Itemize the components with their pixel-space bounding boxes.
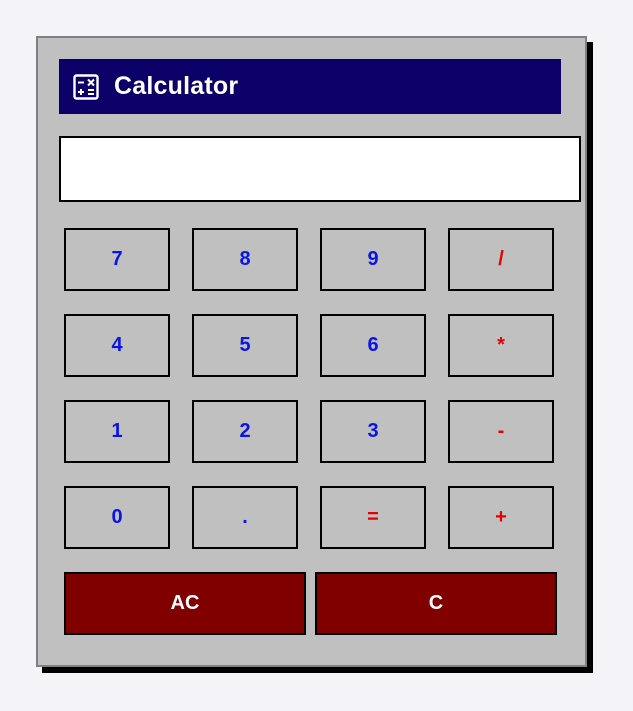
key-7[interactable]: 7 [64,228,170,291]
key-1[interactable]: 1 [64,400,170,463]
key-8[interactable]: 8 [192,228,298,291]
calculator-window: Calculator 7 8 9 / 4 5 6 * 1 2 3 - 0 . =… [36,36,587,667]
key-multiply[interactable]: * [448,314,554,377]
key-add[interactable]: + [448,486,554,549]
key-decimal[interactable]: . [192,486,298,549]
calculator-display[interactable] [59,136,581,202]
key-2[interactable]: 2 [192,400,298,463]
key-divide[interactable]: / [448,228,554,291]
title-bar: Calculator [59,59,561,114]
key-9[interactable]: 9 [320,228,426,291]
key-0[interactable]: 0 [64,486,170,549]
calculator-icon [73,73,99,100]
all-clear-button[interactable]: AC [64,572,306,635]
key-5[interactable]: 5 [192,314,298,377]
window-title: Calculator [114,72,239,100]
key-equals[interactable]: = [320,486,426,549]
key-subtract[interactable]: - [448,400,554,463]
key-6[interactable]: 6 [320,314,426,377]
clear-button[interactable]: C [315,572,557,635]
key-4[interactable]: 4 [64,314,170,377]
key-3[interactable]: 3 [320,400,426,463]
